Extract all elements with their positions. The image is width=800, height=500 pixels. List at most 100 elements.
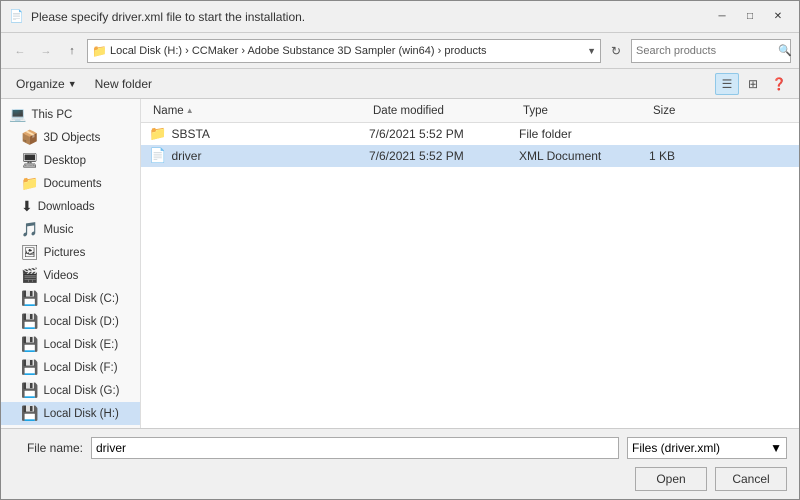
search-container: 🔍 [631, 39, 791, 63]
dialog-title: Please specify driver.xml file to start … [31, 10, 305, 24]
file-icon: 📁 [149, 125, 166, 142]
sidebar-item-label: Local Disk (H:) [43, 408, 118, 420]
file-size-col: 1 KB [649, 149, 729, 163]
sidebar-item-label: Music [43, 224, 73, 236]
view-details-button[interactable]: ☰ [715, 73, 739, 95]
breadcrumb-folder-icon: 📁 [92, 44, 107, 58]
open-button[interactable]: Open [635, 467, 707, 491]
sidebar-item[interactable]: 💻 This PC [1, 103, 140, 126]
bottom-bar: File name: Files (driver.xml) ▼ Open Can… [1, 428, 799, 499]
sidebar-item-label: Documents [43, 178, 101, 190]
sidebar-item-icon: 🎬 [21, 267, 38, 284]
action-row: Open Cancel [13, 467, 787, 491]
file-name-text: SBSTA [171, 127, 209, 141]
file-type-col: File folder [519, 127, 649, 141]
sidebar-item-label: Videos [43, 270, 78, 282]
sidebar-item[interactable]: 💾 Local Disk (H:) [1, 402, 140, 425]
sidebar-item-icon: 📦 [21, 129, 38, 146]
col-date-label: Date modified [373, 105, 444, 117]
sidebar-item[interactable]: 💾 Local Disk (F:) [1, 356, 140, 379]
sidebar-item[interactable]: 💾 Local Disk (G:) [1, 379, 140, 402]
sidebar-item-label: Desktop [44, 155, 86, 167]
sidebar-item-label: Local Disk (D:) [43, 316, 118, 328]
col-header-type[interactable]: Type [519, 105, 649, 117]
sidebar-item[interactable]: 🖥Desktop [1, 149, 140, 172]
sidebar-item-icon: 💾 [21, 290, 38, 307]
filename-label: File name: [13, 441, 83, 455]
sidebar-item-label: Local Disk (F:) [43, 362, 117, 374]
sidebar: 💻 This PC 📦 3D Objects 🖥Desktop 📁 Documents ⬇ Do… [1, 99, 141, 428]
file-icon: 📄 [149, 147, 166, 164]
col-header-name[interactable]: Name ▲ [149, 105, 369, 117]
sidebar-item-icon: ⬇ [21, 198, 33, 215]
sidebar-item-icon: 🎵 [21, 221, 38, 238]
file-name-col: 📄driver [149, 147, 369, 164]
filetype-label: Files (driver.xml) [632, 441, 720, 455]
col-sort-icon: ▲ [186, 106, 194, 115]
file-date-col: 7/6/2021 5:52 PM [369, 149, 519, 163]
sidebar-item[interactable]: 📁 Documents [1, 172, 140, 195]
address-input[interactable]: 📁 Local Disk (H:) › CCMaker › Adobe Subs… [87, 39, 601, 63]
address-bar: ← → ↑ 📁 Local Disk (H:) › CCMaker › Adob… [1, 33, 799, 69]
table-row[interactable]: 📁 SBSTA 7/6/2021 5:52 PMFile folder [141, 123, 799, 145]
sidebar-item-label: Local Disk (E:) [43, 339, 118, 351]
sidebar-item-label: Local Disk (G:) [43, 385, 119, 397]
sidebar-item-icon: 🖼 [21, 244, 39, 261]
title-bar-left: 📄 Please specify driver.xml file to star… [9, 9, 305, 25]
sidebar-item-icon: 💾 [21, 405, 38, 422]
sidebar-item-icon: 💾 [21, 382, 38, 399]
sidebar-item-icon: 💾 [21, 359, 38, 376]
sidebar-item-label: Downloads [38, 201, 95, 213]
col-header-date[interactable]: Date modified [369, 105, 519, 117]
col-header-size[interactable]: Size [649, 105, 729, 117]
sidebar-item-icon: 📁 [21, 175, 38, 192]
col-name-label: Name [153, 105, 184, 117]
sidebar-item-icon: 💻 [9, 106, 26, 123]
back-button[interactable]: ← [9, 40, 31, 62]
col-type-label: Type [523, 105, 548, 117]
file-pane: Name ▲ Date modified Type Size 📁 SBSTA 7/6… [141, 99, 799, 428]
filename-input-field[interactable] [96, 441, 614, 455]
sidebar-item-label: This PC [31, 109, 72, 121]
table-row[interactable]: 📄driver7/6/2021 5:52 PMXML Document1 KB [141, 145, 799, 167]
forward-button[interactable]: → [35, 40, 57, 62]
sidebar-item-icon: 💾 [21, 313, 38, 330]
sidebar-item-label: 3D Objects [43, 132, 100, 144]
organize-button[interactable]: Organize ▼ [9, 73, 84, 95]
file-list-header: Name ▲ Date modified Type Size [141, 99, 799, 123]
new-folder-button[interactable]: New folder [88, 73, 159, 95]
organize-dropdown-icon: ▼ [68, 79, 77, 89]
minimize-button[interactable]: ─ [709, 7, 735, 27]
file-date-col: 7/6/2021 5:52 PM [369, 127, 519, 141]
sidebar-item[interactable]: 💾 Local Disk (C:) [1, 287, 140, 310]
file-list: 📁 SBSTA 7/6/2021 5:52 PMFile folder 📄driver… [141, 123, 799, 428]
filename-input-container[interactable] [91, 437, 619, 459]
sidebar-item[interactable]: 📦 3D Objects [1, 126, 140, 149]
search-icon: 🔍 [778, 44, 792, 57]
organize-label: Organize [16, 77, 65, 91]
search-input[interactable] [636, 45, 778, 57]
title-bar-controls: ─ □ ✕ [709, 7, 791, 27]
file-type-col: XML Document [519, 149, 649, 163]
view-icons-button[interactable]: ❓ [767, 73, 791, 95]
filetype-dropdown-icon: ▼ [770, 441, 782, 455]
sidebar-item[interactable]: 🎵 Music [1, 218, 140, 241]
col-size-label: Size [653, 105, 675, 117]
up-button[interactable]: ↑ [61, 40, 83, 62]
refresh-button[interactable]: ↻ [605, 40, 627, 62]
cancel-button[interactable]: Cancel [715, 467, 787, 491]
filetype-select[interactable]: Files (driver.xml) ▼ [627, 437, 787, 459]
title-bar: 📄 Please specify driver.xml file to star… [1, 1, 799, 33]
sidebar-item-label: Local Disk (C:) [43, 293, 118, 305]
sidebar-item[interactable]: 💾 Local Disk (D:) [1, 310, 140, 333]
sidebar-item[interactable]: ⬇ Downloads [1, 195, 140, 218]
close-button[interactable]: ✕ [765, 7, 791, 27]
toolbar: Organize ▼ New folder ☰ ⊞ ❓ [1, 69, 799, 99]
breadcrumb-text: Local Disk (H:) › CCMaker › Adobe Substa… [110, 45, 584, 57]
sidebar-item[interactable]: 🖼Pictures [1, 241, 140, 264]
maximize-button[interactable]: □ [737, 7, 763, 27]
sidebar-item[interactable]: 🎬 Videos [1, 264, 140, 287]
view-tiles-button[interactable]: ⊞ [741, 73, 765, 95]
breadcrumb-dropdown-icon[interactable]: ▼ [587, 46, 596, 56]
sidebar-item[interactable]: 💾Local Disk (E:) [1, 333, 140, 356]
